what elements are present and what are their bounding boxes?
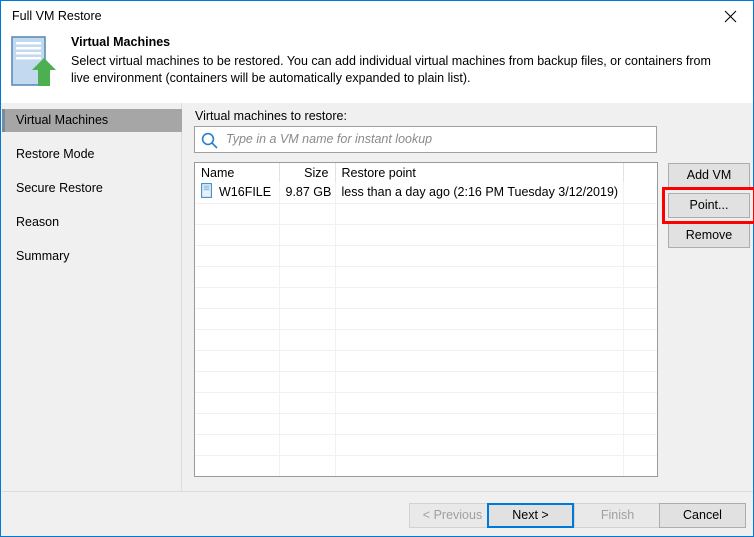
- dialog-footer: < Previous Next > Finish Cancel: [2, 491, 753, 536]
- window-title: Full VM Restore: [12, 9, 102, 23]
- column-header-extra[interactable]: [623, 163, 657, 182]
- remove-button[interactable]: Remove: [668, 223, 750, 248]
- table-header-row: Name Size Restore point: [195, 163, 657, 182]
- table-row-empty[interactable]: [195, 392, 657, 413]
- table-row-empty[interactable]: [195, 287, 657, 308]
- table-row-empty[interactable]: [195, 455, 657, 476]
- close-icon[interactable]: [708, 1, 753, 30]
- table-row-empty[interactable]: [195, 476, 657, 477]
- sidebar-item-virtual-machines[interactable]: Virtual Machines: [2, 109, 182, 132]
- sidebar-item-label: Virtual Machines: [16, 113, 108, 127]
- page-description: Select virtual machines to be restored. …: [71, 53, 731, 87]
- table-row-empty[interactable]: [195, 224, 657, 245]
- page-title: Virtual Machines: [71, 35, 170, 49]
- table-row-empty[interactable]: [195, 434, 657, 455]
- search-input[interactable]: Type in a VM name for instant lookup: [194, 126, 657, 153]
- table-row-empty[interactable]: [195, 350, 657, 371]
- search-icon: [201, 132, 218, 152]
- previous-button[interactable]: < Previous: [409, 503, 496, 528]
- column-header-restore-point[interactable]: Restore point: [335, 163, 623, 182]
- table-row-empty[interactable]: [195, 413, 657, 434]
- sidebar-item-label: Secure Restore: [16, 181, 103, 195]
- add-vm-button[interactable]: Add VM: [668, 163, 750, 188]
- point-button[interactable]: Point...: [668, 193, 750, 218]
- vm-list-label: Virtual machines to restore:: [195, 109, 347, 123]
- full-vm-restore-dialog: Full VM Restore Virtual Machines Select …: [0, 0, 754, 537]
- wizard-content: Virtual machines to restore: Type in a V…: [183, 103, 753, 491]
- virtual-machine-icon: [201, 183, 212, 201]
- wizard-sidebar: Virtual Machines Restore Mode Secure Res…: [2, 103, 182, 491]
- sidebar-item-secure-restore[interactable]: Secure Restore: [2, 177, 182, 200]
- cell-size: 9.87 GB: [279, 182, 335, 203]
- table-body: W16FILE 9.87 GB less than a day ago (2:1…: [195, 182, 657, 477]
- table-row-empty[interactable]: [195, 329, 657, 350]
- table-row-empty[interactable]: [195, 203, 657, 224]
- table-row-empty[interactable]: [195, 308, 657, 329]
- search-placeholder: Type in a VM name for instant lookup: [226, 132, 432, 146]
- sidebar-item-restore-mode[interactable]: Restore Mode: [2, 143, 182, 166]
- vm-table[interactable]: Name Size Restore point: [194, 162, 658, 477]
- finish-button[interactable]: Finish: [574, 503, 661, 528]
- column-header-name[interactable]: Name: [195, 163, 279, 182]
- vm-name-text: W16FILE: [219, 185, 271, 199]
- table-row-empty[interactable]: [195, 266, 657, 287]
- table-row-empty[interactable]: [195, 245, 657, 266]
- sidebar-item-label: Summary: [16, 249, 69, 263]
- cell-name: W16FILE: [195, 182, 279, 203]
- cell-extra: [623, 182, 657, 203]
- column-header-size[interactable]: Size: [279, 163, 335, 182]
- title-bar: Full VM Restore: [1, 1, 753, 31]
- cell-restore-point: less than a day ago (2:16 PM Tuesday 3/1…: [335, 182, 623, 203]
- vm-restore-icon: [11, 34, 63, 90]
- next-button[interactable]: Next >: [487, 503, 574, 528]
- sidebar-item-label: Reason: [16, 215, 59, 229]
- table-row[interactable]: W16FILE 9.87 GB less than a day ago (2:1…: [195, 182, 657, 203]
- dialog-header: Virtual Machines Select virtual machines…: [1, 31, 753, 103]
- table-row-empty[interactable]: [195, 371, 657, 392]
- sidebar-item-label: Restore Mode: [16, 147, 95, 161]
- sidebar-item-summary[interactable]: Summary: [2, 245, 182, 268]
- cancel-button[interactable]: Cancel: [659, 503, 746, 528]
- sidebar-item-reason[interactable]: Reason: [2, 211, 182, 234]
